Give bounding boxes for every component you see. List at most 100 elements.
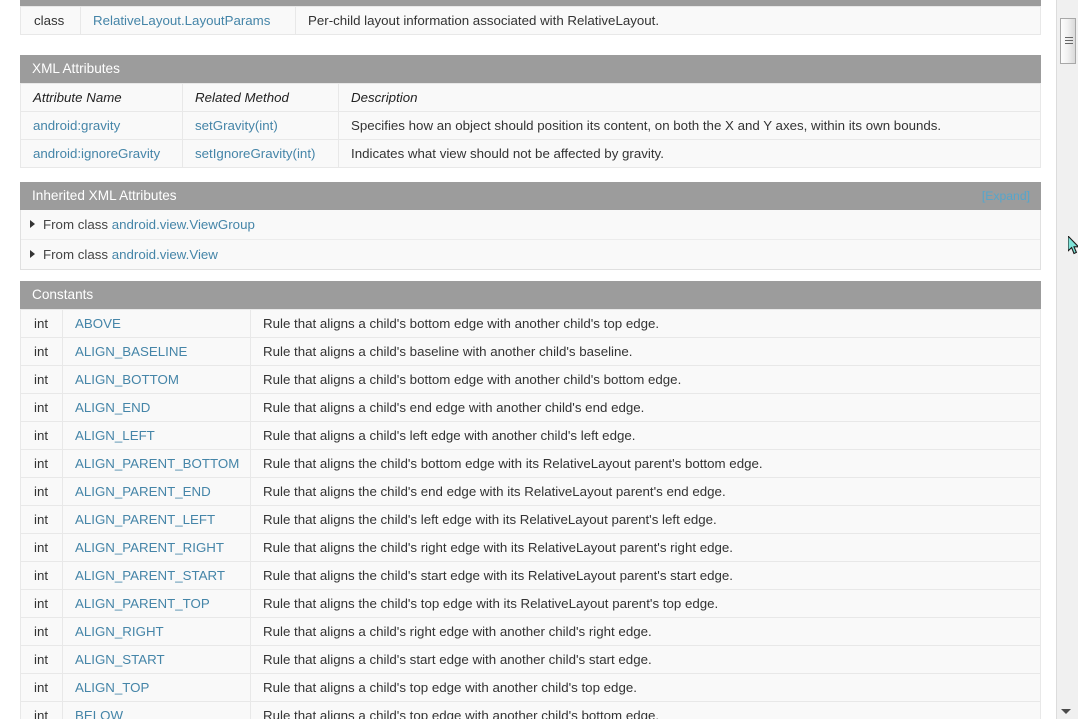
nested-classes-table: class RelativeLayout.LayoutParams Per-chil…: [20, 6, 1041, 35]
constant-description: Rule that aligns a child's start edge wi…: [250, 645, 1041, 674]
xml-related-method-cell: setGravity(int): [182, 111, 339, 140]
xml-attribute-description: Indicates what view should not be affect…: [338, 139, 1041, 168]
constant-description: Rule that aligns the child's left edge w…: [250, 505, 1041, 534]
constants-table: int ABOVE Rule that aligns a child's botto…: [20, 309, 1041, 719]
constant-description: Rule that aligns a child's top edge with…: [250, 701, 1041, 719]
section-header-label: XML Attributes: [32, 61, 120, 76]
inherited-rows-container: From class android.view.ViewGroup From cl…: [20, 210, 1041, 270]
xml-attributes-table: Attribute Name Related Method Descriptio…: [20, 83, 1041, 168]
constant-link[interactable]: ALIGN_PARENT_RIGHT: [75, 540, 224, 555]
column-header-related-method: Related Method: [182, 83, 339, 112]
constant-link[interactable]: ALIGN_PARENT_TOP: [75, 596, 210, 611]
constant-description: Rule that aligns a child's bottom edge w…: [250, 365, 1041, 394]
scrollbar-thumb[interactable]: [1060, 18, 1076, 64]
vertical-scrollbar[interactable]: [1056, 0, 1078, 719]
constant-name-cell: ALIGN_PARENT_LEFT: [62, 505, 251, 534]
nested-class-type: class: [20, 6, 81, 35]
table-row: int ALIGN_START Rule that aligns a child's…: [20, 645, 1041, 674]
table-row: int ALIGN_TOP Rule that aligns a child's t…: [20, 673, 1041, 702]
constant-name-cell: ALIGN_END: [62, 393, 251, 422]
constant-link[interactable]: ALIGN_PARENT_BOTTOM: [75, 456, 239, 471]
table-row: int ALIGN_PARENT_BOTTOM Rule that aligns t…: [20, 449, 1041, 478]
constant-type: int: [20, 337, 63, 366]
table-row: int ALIGN_BOTTOM Rule that aligns a child'…: [20, 365, 1041, 394]
constant-name-cell: ALIGN_PARENT_END: [62, 477, 251, 506]
table-row: int ALIGN_END Rule that aligns a child's e…: [20, 393, 1041, 422]
constant-type: int: [20, 673, 63, 702]
constant-name-cell: ALIGN_RIGHT: [62, 617, 251, 646]
content-gutter: [1047, 0, 1056, 719]
constant-name-cell: ALIGN_START: [62, 645, 251, 674]
section-header-nested-classes: Nested classes: [20, 0, 1041, 6]
inherited-row-prefix: From class: [43, 217, 109, 232]
constant-type: int: [20, 533, 63, 562]
constant-link[interactable]: ALIGN_PARENT_LEFT: [75, 512, 215, 527]
section-header-constants: Constants: [20, 281, 1041, 309]
constant-type: int: [20, 561, 63, 590]
table-row: int ALIGN_PARENT_RIGHT Rule that aligns th…: [20, 533, 1041, 562]
nested-class-link[interactable]: RelativeLayout.LayoutParams: [93, 13, 270, 28]
constant-link[interactable]: ALIGN_BOTTOM: [75, 372, 179, 387]
xml-related-method-link[interactable]: setGravity(int): [195, 118, 278, 133]
table-row: int BELOW Rule that aligns a child's top e…: [20, 701, 1041, 719]
inherited-attributes-row[interactable]: From class android.view.View: [21, 240, 1040, 269]
chevron-down-icon[interactable]: [1061, 709, 1071, 714]
section-constants: Constants int ABOVE Rule that aligns a chi…: [20, 281, 1041, 719]
constant-name-cell: ALIGN_PARENT_TOP: [62, 589, 251, 618]
constant-type: int: [20, 477, 63, 506]
constant-type: int: [20, 393, 63, 422]
constant-link[interactable]: ALIGN_START: [75, 652, 165, 667]
nested-class-name-cell: RelativeLayout.LayoutParams: [80, 6, 296, 35]
section-header-label: Inherited XML Attributes: [32, 188, 177, 203]
constant-description: Rule that aligns a child's right edge wi…: [250, 617, 1041, 646]
section-xml-attributes: XML Attributes Attribute Name Related Me…: [20, 55, 1041, 168]
section-header-label: Constants: [32, 287, 94, 302]
constant-type: int: [20, 309, 63, 338]
table-row: int ABOVE Rule that aligns a child's botto…: [20, 309, 1041, 338]
section-nested-classes: Nested classes class RelativeLayout.Layou…: [20, 0, 1041, 35]
xml-attribute-link[interactable]: android:ignoreGravity: [33, 146, 160, 161]
constant-link[interactable]: BELOW: [75, 708, 123, 719]
inherited-attributes-row[interactable]: From class android.view.ViewGroup: [21, 210, 1040, 240]
constant-description: Rule that aligns a child's bottom edge w…: [250, 309, 1041, 338]
constant-description: Rule that aligns a child's baseline with…: [250, 337, 1041, 366]
constant-link[interactable]: ALIGN_LEFT: [75, 428, 155, 443]
constant-type: int: [20, 701, 63, 719]
constant-type: int: [20, 449, 63, 478]
xml-related-method-link[interactable]: setIgnoreGravity(int): [195, 146, 315, 161]
expand-link[interactable]: [Expand]: [982, 188, 1030, 204]
constant-type: int: [20, 645, 63, 674]
table-row: int ALIGN_RIGHT Rule that aligns a child's…: [20, 617, 1041, 646]
table-row: int ALIGN_PARENT_END Rule that aligns the …: [20, 477, 1041, 506]
triangle-right-icon: [30, 220, 35, 228]
page-root: Nested classes class RelativeLayout.Layou…: [0, 0, 1078, 719]
inherited-class-link[interactable]: android.view.View: [112, 247, 218, 262]
table-row: int ALIGN_BASELINE Rule that aligns a chil…: [20, 337, 1041, 366]
column-header-description: Description: [338, 83, 1041, 112]
xml-attribute-link[interactable]: android:gravity: [33, 118, 120, 133]
constant-type: int: [20, 505, 63, 534]
constant-type: int: [20, 421, 63, 450]
constant-link[interactable]: ABOVE: [75, 316, 121, 331]
constant-description: Rule that aligns a child's top edge with…: [250, 673, 1041, 702]
column-header-attribute-name: Attribute Name: [20, 83, 183, 112]
nested-class-description: Per-child layout information associated …: [295, 6, 1041, 35]
xml-attribute-name-cell: android:gravity: [20, 111, 183, 140]
constant-name-cell: BELOW: [62, 701, 251, 719]
constant-link[interactable]: ALIGN_END: [75, 400, 150, 415]
constant-link[interactable]: ALIGN_PARENT_START: [75, 568, 225, 583]
constant-link[interactable]: ALIGN_TOP: [75, 680, 149, 695]
constant-name-cell: ALIGN_TOP: [62, 673, 251, 702]
inherited-row-prefix: From class: [43, 247, 109, 262]
constant-link[interactable]: ALIGN_BASELINE: [75, 344, 187, 359]
xml-attribute-name-cell: android:ignoreGravity: [20, 139, 183, 168]
constant-link[interactable]: ALIGN_RIGHT: [75, 624, 164, 639]
section-header-inherited-xml-attributes: Inherited XML Attributes [Expand]: [20, 182, 1041, 210]
constant-link[interactable]: ALIGN_PARENT_END: [75, 484, 211, 499]
table-row: int ALIGN_PARENT_LEFT Rule that aligns the…: [20, 505, 1041, 534]
xml-attribute-description: Specifies how an object should position …: [338, 111, 1041, 140]
inherited-class-link[interactable]: android.view.ViewGroup: [112, 217, 255, 232]
section-inherited-xml-attributes: Inherited XML Attributes [Expand] From c…: [20, 182, 1041, 270]
constant-description: Rule that aligns the child's start edge …: [250, 561, 1041, 590]
xml-related-method-cell: setIgnoreGravity(int): [182, 139, 339, 168]
